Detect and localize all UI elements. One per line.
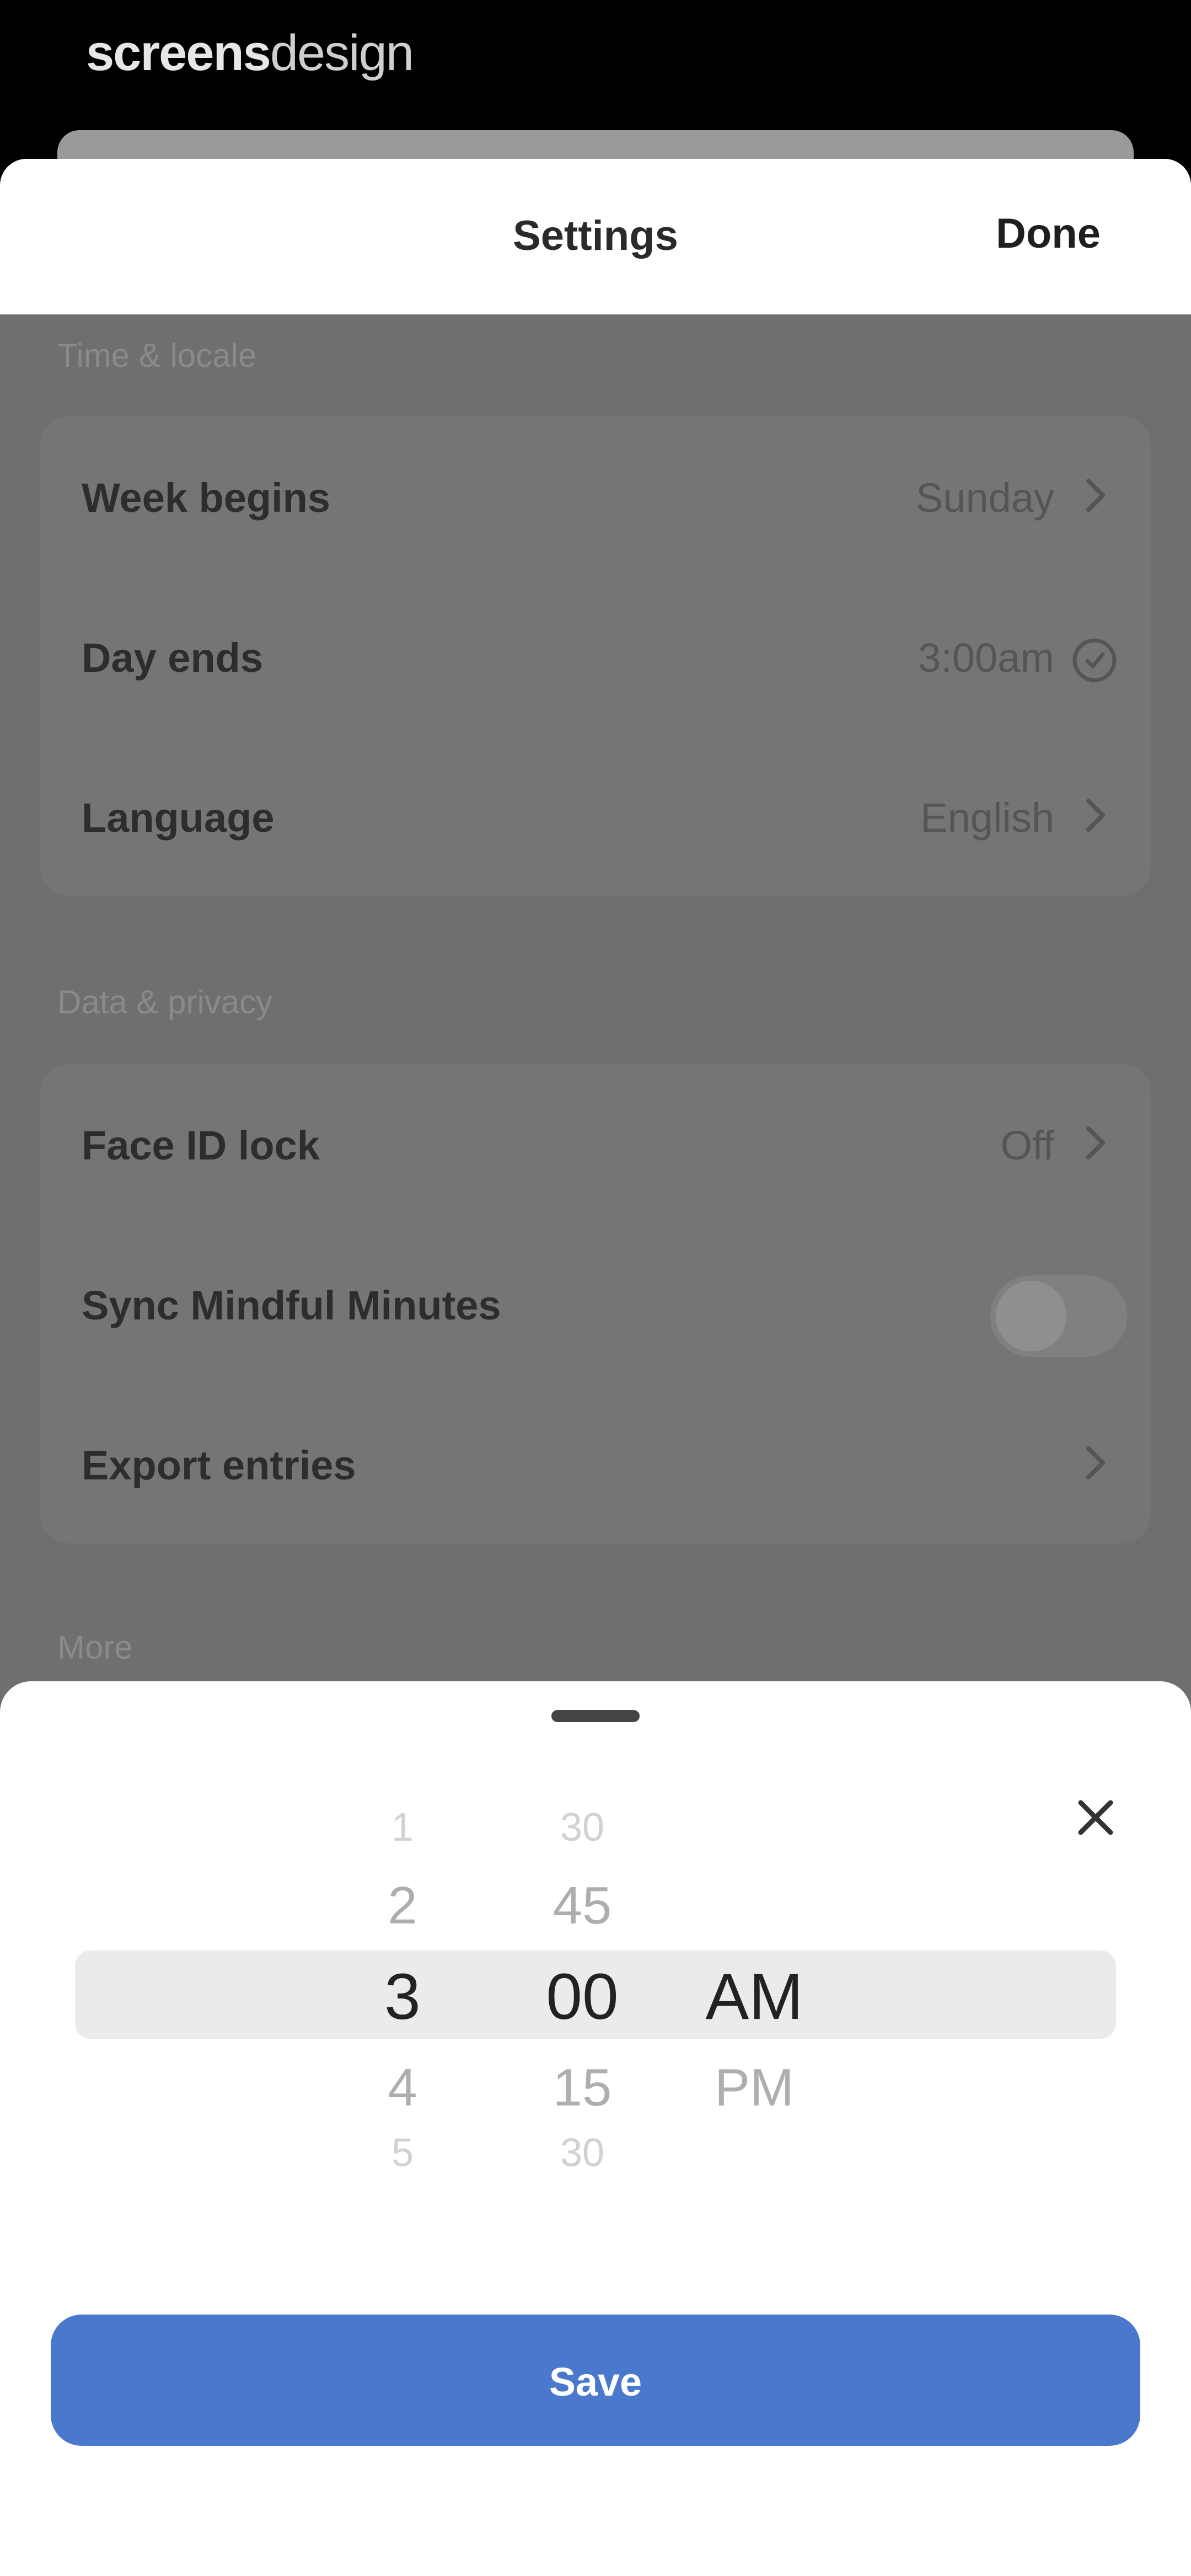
picker-item: 15 <box>552 2058 612 2117</box>
logo-bold-text: screens <box>86 25 271 81</box>
picker-item-selected: 00 <box>546 1960 619 2033</box>
section-title-data-privacy: Data & privacy <box>57 984 273 1020</box>
row-export-entries[interactable]: Export entries <box>40 1383 1151 1543</box>
row-label: Day ends <box>82 635 264 681</box>
section-title-time-locale: Time & locale <box>57 337 257 374</box>
chevron-right-icon <box>1086 1126 1105 1159</box>
row-value: 3:00am <box>918 635 1054 681</box>
picker-item: 4 <box>388 2058 417 2117</box>
section-title-more: More <box>57 1629 133 1666</box>
row-label: Sync Mindful Minutes <box>82 1282 501 1328</box>
picker-item: 2 <box>388 1876 417 1935</box>
row-value: Sunday <box>916 475 1054 521</box>
row-sync-mindful-minutes: Sync Mindful Minutes <box>40 1223 1151 1383</box>
picker-item: 45 <box>552 1876 612 1935</box>
time-picker-sheet: 1 2 3 4 5 30 45 00 15 30 AM PM Save <box>0 1681 1191 2576</box>
screensdesign-logo: screensdesign <box>86 24 414 82</box>
row-language[interactable]: Language English <box>40 736 1151 896</box>
picker-item-selected: AM <box>705 1960 803 2033</box>
row-label: Language <box>82 795 275 841</box>
picker-item: PM <box>715 2058 794 2117</box>
chevron-right-icon <box>1086 1446 1105 1479</box>
row-value: English <box>920 795 1054 841</box>
data-privacy-group: Face ID lock Off Sync Mindful Minutes Ex… <box>40 1063 1151 1543</box>
picker-item: 5 <box>391 2131 414 2175</box>
time-locale-group: Week begins Sunday Day ends 3:00am Langu… <box>40 416 1151 896</box>
done-button[interactable]: Done <box>996 210 1101 258</box>
row-day-ends[interactable]: Day ends 3:00am <box>40 576 1151 736</box>
save-button-label: Save <box>549 2360 642 2404</box>
picker-item-selected: 3 <box>384 1960 421 2033</box>
chevron-right-icon <box>1086 479 1105 512</box>
row-label: Export entries <box>82 1442 356 1488</box>
save-button[interactable]: Save <box>51 2315 1140 2446</box>
row-value: Off <box>1000 1123 1054 1168</box>
row-label: Face ID lock <box>82 1123 320 1168</box>
picker-item: 30 <box>560 2131 605 2175</box>
close-icon[interactable] <box>1071 1793 1120 1842</box>
chevron-right-icon <box>1086 799 1105 832</box>
sheet-grabber[interactable] <box>551 1710 640 1722</box>
row-week-begins[interactable]: Week begins Sunday <box>40 416 1151 576</box>
picker-item: 1 <box>391 1805 414 1850</box>
clock-icon <box>1072 638 1117 682</box>
row-label: Week begins <box>82 475 331 521</box>
settings-header: Settings Done <box>0 159 1191 314</box>
row-face-id-lock[interactable]: Face ID lock Off <box>40 1063 1151 1223</box>
logo-light-text: design <box>270 25 414 81</box>
toggle-knob <box>996 1281 1066 1351</box>
sync-mindful-minutes-toggle[interactable] <box>990 1275 1127 1357</box>
picker-item: 30 <box>560 1805 605 1850</box>
